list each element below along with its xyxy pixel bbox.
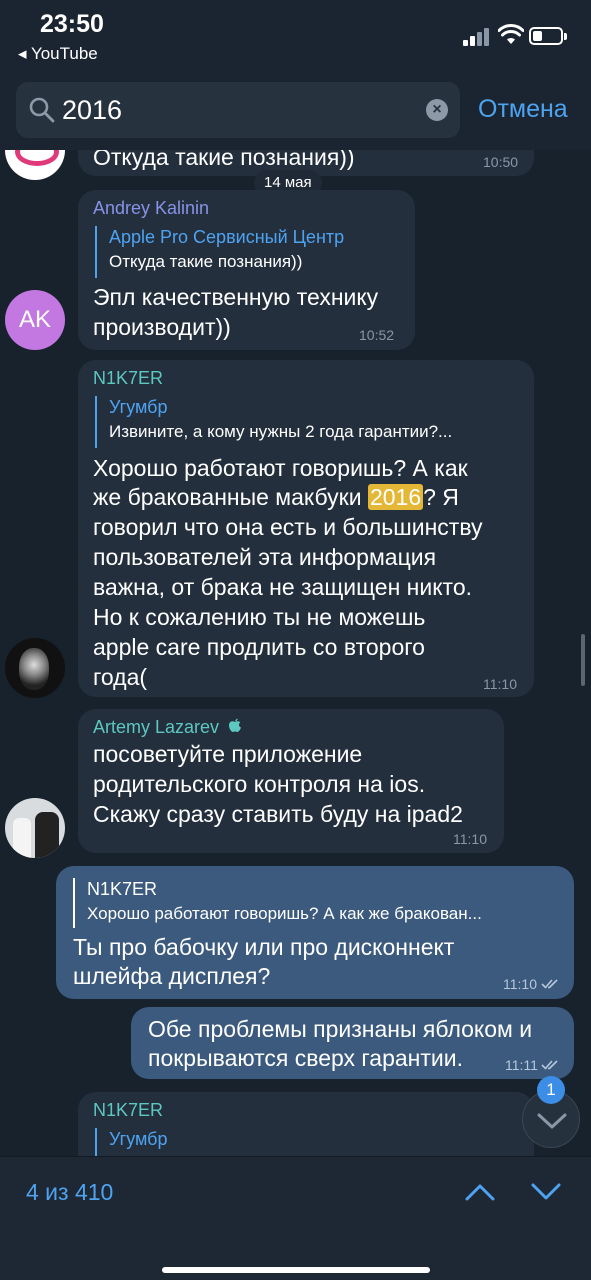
message-text: apple care продлить со второго bbox=[93, 634, 425, 660]
sender-name[interactable]: Andrey Kalinin bbox=[93, 198, 209, 219]
avatar[interactable] bbox=[5, 798, 65, 858]
message-text: пользователей эта информация bbox=[93, 544, 437, 570]
message-text: Откуда такие познания)) bbox=[93, 150, 355, 170]
message-time: 11:10 bbox=[483, 676, 517, 692]
reply-quote[interactable]: Apple Pro Сервисный Центр Откуда такие п… bbox=[95, 226, 344, 278]
reply-quote[interactable]: N1K7ER Хорошо работают говоришь? А как ж… bbox=[73, 878, 482, 928]
search-result-counter: 4 из 410 bbox=[26, 1179, 114, 1205]
sender-name[interactable]: N1K7ER bbox=[93, 1100, 163, 1121]
message-text: родительского контроля на ios. bbox=[93, 771, 426, 797]
clock: 23:50 bbox=[40, 10, 104, 38]
message-text: Хорошо работают говоришь? А как bbox=[93, 455, 468, 481]
avatar[interactable]: AK bbox=[5, 290, 65, 350]
message-bubble[interactable]: Andrey Kalinin Apple Pro Сервисный Центр… bbox=[78, 190, 415, 350]
back-to-app-link[interactable]: ◂ YouTube bbox=[18, 44, 98, 64]
message-bubble[interactable]: N1K7ER Угумбр bbox=[78, 1092, 534, 1156]
message-bubble-outgoing[interactable]: N1K7ER Хорошо работают говоришь? А как ж… bbox=[56, 866, 574, 999]
clear-icon[interactable]: × bbox=[426, 99, 448, 121]
scroll-indicator[interactable] bbox=[581, 634, 585, 686]
search-input[interactable] bbox=[62, 92, 402, 128]
checkmark-icon bbox=[541, 1060, 558, 1070]
sender-name-text: Artemy Lazarev bbox=[93, 717, 220, 737]
message-time: 11:10 bbox=[453, 831, 487, 847]
message-time: 10:52 bbox=[359, 327, 395, 343]
cancel-button[interactable]: Отмена bbox=[478, 95, 568, 124]
home-indicator[interactable] bbox=[162, 1267, 430, 1273]
sender-name[interactable]: Artemy Lazarev bbox=[93, 717, 242, 738]
search-box[interactable]: × bbox=[16, 82, 460, 138]
message-list[interactable]: Откуда такие познания)) 10:50 14 мая And… bbox=[0, 150, 591, 1156]
message-text: шлейфа дисплея? bbox=[73, 963, 271, 989]
avatar[interactable] bbox=[5, 638, 65, 698]
avatar[interactable] bbox=[5, 150, 65, 180]
message-bubble[interactable]: N1K7ER Угумбр Извините, а кому нужны 2 г… bbox=[78, 360, 534, 697]
message-text: Ты про бабочку или про дисконнект bbox=[73, 934, 455, 960]
message-text: важна, от брака не защищен никто. bbox=[93, 574, 472, 600]
message-text: Но к сожалению ты не можешь bbox=[93, 604, 426, 630]
message-bubble[interactable]: Artemy Lazarev посоветуйте приложение ро… bbox=[78, 709, 504, 853]
message-text: Обе проблемы признаны яблоком и bbox=[148, 1016, 533, 1042]
message-text-part: же бракованные макбуки bbox=[93, 484, 368, 510]
reply-quote[interactable]: Угумбр bbox=[95, 1128, 167, 1156]
message-text-part: ? Я bbox=[423, 484, 459, 510]
search-navigation-bar: 4 из 410 bbox=[0, 1156, 591, 1280]
reply-text: Откуда такие познания)) bbox=[109, 252, 303, 271]
message-text: же бракованные макбуки 2016? Я bbox=[93, 482, 459, 512]
message-time: 11:11 bbox=[505, 1057, 538, 1073]
message-time: 10:50 bbox=[483, 154, 519, 170]
message-text: Эпл качественную технику bbox=[93, 284, 379, 310]
message-text: посоветуйте приложение bbox=[93, 741, 363, 767]
status-bar: 23:50 ◂ YouTube bbox=[0, 0, 591, 70]
battery-icon bbox=[529, 27, 567, 45]
message-text: покрываются сверх гарантии. bbox=[148, 1045, 464, 1071]
reply-text: Хорошо работают говоришь? А как же брако… bbox=[87, 904, 482, 923]
search-icon bbox=[29, 97, 55, 123]
avatar-initials: AK bbox=[18, 306, 51, 333]
checkmark-icon bbox=[541, 979, 558, 989]
unread-badge: 1 bbox=[537, 1076, 565, 1104]
message-text: года( bbox=[93, 664, 148, 690]
reply-author: N1K7ER bbox=[87, 879, 158, 899]
reply-author: Apple Pro Сервисный Центр bbox=[109, 227, 345, 247]
wifi-icon bbox=[498, 24, 524, 44]
sender-name[interactable]: N1K7ER bbox=[93, 368, 163, 389]
reply-text: Извините, а кому нужны 2 года гарантии?.… bbox=[109, 422, 453, 441]
message-time: 11:10 bbox=[503, 976, 537, 992]
chevron-down-icon[interactable] bbox=[530, 1177, 562, 1205]
message-text: Скажу сразу ставить буду на ipad2 bbox=[93, 801, 463, 827]
reply-author: Угумбр bbox=[109, 1129, 168, 1149]
message-text: говорил что она есть и большинству bbox=[93, 514, 483, 540]
search-highlight: 2016 bbox=[367, 484, 424, 510]
signal-icon bbox=[463, 28, 491, 46]
reply-quote[interactable]: Угумбр Извините, а кому нужны 2 года гар… bbox=[95, 396, 452, 448]
chevron-up-icon[interactable] bbox=[464, 1177, 496, 1205]
reply-author: Угумбр bbox=[109, 397, 168, 417]
search-header: × Отмена bbox=[0, 70, 591, 150]
message-bubble-outgoing[interactable]: Обе проблемы признаны яблоком и покрываю… bbox=[131, 1007, 574, 1079]
message-text: производит)) bbox=[93, 314, 231, 340]
apple-icon bbox=[229, 718, 242, 732]
